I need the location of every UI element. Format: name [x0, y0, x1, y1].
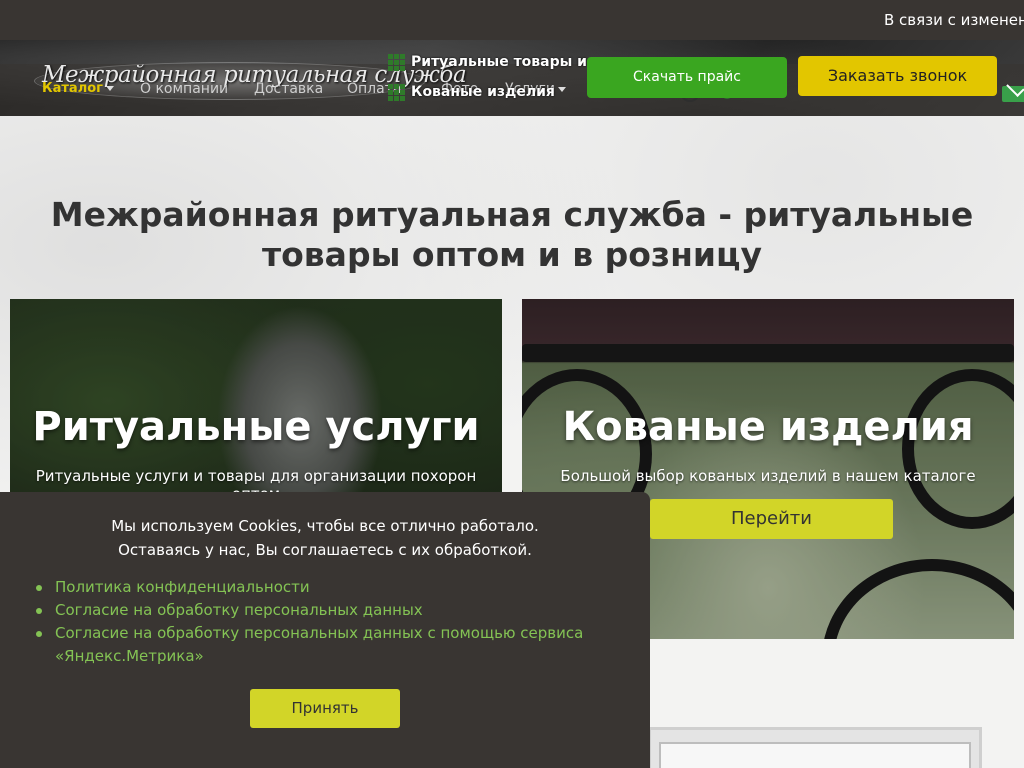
- page-title: Межрайонная ритуальная служба - ритуальн…: [50, 195, 974, 274]
- chevron-down-icon: [105, 86, 114, 91]
- personal-data-consent-link[interactable]: Согласие на обработку персональных данны…: [36, 599, 635, 622]
- nav-item-catalog[interactable]: Каталог: [42, 81, 114, 96]
- cookie-message: Мы используем Cookies, чтобы все отлично…: [111, 517, 539, 559]
- card-title: Кованые изделия: [562, 404, 974, 450]
- accept-cookies-button[interactable]: Принять: [250, 689, 400, 728]
- nav-item-about[interactable]: О компании: [140, 81, 228, 97]
- cookie-links-list: Политика конфиденциальности Согласие на …: [36, 576, 635, 668]
- announcement-text: В связи с изменени: [884, 11, 1024, 29]
- download-price-button[interactable]: Скачать прайс: [587, 57, 787, 98]
- card-title: Ритуальные услуги: [32, 404, 480, 450]
- order-call-button[interactable]: Заказать звонок: [798, 56, 997, 96]
- product-preview-frame: [648, 727, 982, 768]
- yandex-metrika-consent-link[interactable]: Согласие на обработку персональных данны…: [36, 622, 635, 668]
- promo-line-1[interactable]: Ритуальные товары и: [411, 54, 587, 70]
- card-subtitle: Большой выбор кованых изделий в нашем ка…: [560, 467, 976, 485]
- grid-icon: [388, 84, 405, 101]
- grid-icon: [388, 54, 405, 71]
- privacy-policy-link[interactable]: Политика конфиденциальности: [36, 576, 635, 599]
- mail-icon[interactable]: [1002, 86, 1024, 102]
- nav-item-delivery[interactable]: Доставка: [254, 81, 323, 97]
- promo-line-2[interactable]: Кованые изделия: [411, 84, 555, 100]
- go-button[interactable]: Перейти: [650, 499, 893, 539]
- announcement-bar: В связи с изменени: [0, 0, 1024, 40]
- chevron-down-icon: [557, 86, 566, 92]
- cookie-banner: Мы используем Cookies, чтобы все отлично…: [0, 492, 650, 768]
